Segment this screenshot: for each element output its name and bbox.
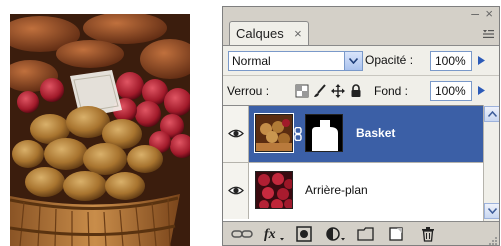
new-group-icon[interactable] (357, 226, 375, 242)
tab-title: Calques (236, 26, 284, 41)
mask-link-icon[interactable] (294, 127, 302, 141)
svg-text:fx: fx (264, 227, 276, 242)
layer-arriere-plan[interactable]: Arrière-plan (223, 163, 483, 219)
opacity-label: Opacité : (365, 53, 414, 67)
lock-transparency-icon[interactable] (295, 84, 309, 98)
layer-thumbnail[interactable] (255, 171, 293, 209)
panel-tab-bar: Calques × – × (223, 7, 499, 45)
blend-opacity-row: Normal Opacité : 100% (223, 45, 499, 75)
layer-name[interactable]: Arrière-plan (305, 183, 368, 197)
layers-bottom-toolbar: fx (223, 221, 499, 246)
blend-mode-select[interactable]: Normal (228, 51, 363, 71)
scroll-up-icon[interactable] (484, 106, 499, 122)
fill-field[interactable]: 100% (430, 81, 472, 101)
resize-grip-icon[interactable] (488, 236, 498, 246)
adjustment-layer-icon[interactable] (325, 226, 347, 242)
scroll-down-icon[interactable] (484, 203, 499, 219)
new-layer-icon[interactable] (387, 226, 405, 242)
opacity-field[interactable]: 100% (430, 51, 472, 71)
eye-icon (228, 186, 244, 195)
fx-icon[interactable]: fx (263, 226, 285, 242)
layers-scrollbar[interactable] (483, 105, 499, 221)
layers-panel: Calques × – × Normal Opacité : 100% Verr… (222, 6, 500, 246)
close-icon[interactable]: × (485, 7, 493, 21)
layer-thumbnail[interactable] (254, 113, 294, 153)
layer-name[interactable]: Basket (356, 126, 395, 140)
link-layers-icon[interactable] (231, 226, 253, 242)
lock-fill-row: Verrou : Fond : 100% (223, 75, 499, 105)
trash-icon[interactable] (419, 226, 437, 242)
lock-label: Verrou : (227, 84, 270, 98)
visibility-toggle[interactable] (223, 106, 249, 162)
fill-label: Fond : (374, 84, 409, 98)
opacity-slider-arrow-icon[interactable] (474, 51, 488, 71)
blend-mode-value: Normal (232, 54, 271, 68)
tab-calques[interactable]: Calques × (229, 21, 309, 45)
chevron-down-icon[interactable] (344, 52, 362, 70)
eye-icon (228, 129, 244, 138)
add-mask-icon[interactable] (295, 226, 313, 242)
layers-list: Basket Arrière-plan (223, 105, 483, 221)
fill-slider-arrow-icon[interactable] (474, 81, 488, 101)
tab-close-icon[interactable]: × (294, 22, 302, 45)
panel-menu-icon[interactable] (482, 29, 494, 39)
layer-mask-thumbnail[interactable] (305, 114, 343, 152)
visibility-toggle[interactable] (223, 163, 249, 219)
layer-basket[interactable]: Basket (223, 106, 483, 162)
lock-image-brush-icon[interactable] (313, 84, 327, 98)
lock-all-padlock-icon[interactable] (349, 84, 363, 98)
potato-basket-photo (10, 14, 190, 246)
lock-position-move-icon[interactable] (331, 84, 345, 98)
minimize-icon[interactable]: – (471, 7, 479, 21)
